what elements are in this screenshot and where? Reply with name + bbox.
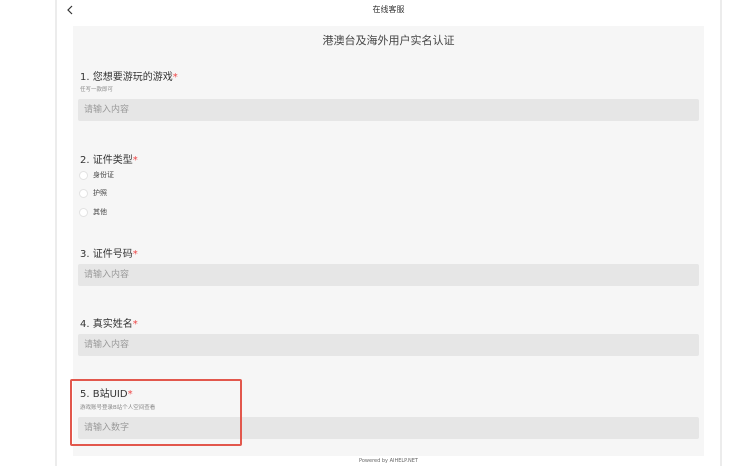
question-id-type-label: 2. 证件类型* — [80, 155, 138, 166]
panel-shadow-right — [720, 0, 722, 466]
real-name-input[interactable] — [78, 334, 699, 356]
question-game-label: 1. 您想要游玩的游戏* — [80, 72, 178, 83]
radio-circle[interactable] — [79, 188, 88, 198]
radio-circle[interactable] — [79, 207, 88, 217]
required-mark: * — [127, 389, 133, 400]
required-mark: * — [132, 155, 138, 166]
support-panel: 在线客服 港澳台及海外用户实名认证 1. 您想要游玩的游戏* 任写一款即可 2.… — [57, 0, 720, 466]
backdrop-right — [720, 0, 750, 466]
question-game-hint: 任写一款即可 — [80, 87, 114, 93]
question-uid-hint: 游戏账号登录B站个人空间查看 — [80, 405, 156, 411]
radio-circle[interactable] — [79, 170, 88, 180]
page-title: 在线客服 — [372, 5, 405, 14]
question-real-name-label: 4. 真实姓名* — [80, 319, 138, 330]
top-bar: 在线客服 — [57, 0, 720, 20]
radio-label: 其他 — [93, 208, 107, 216]
uid-input[interactable] — [78, 417, 699, 439]
question-uid-label: 5. B站UID* — [80, 389, 133, 400]
game-input[interactable] — [78, 99, 699, 121]
radio-other[interactable]: 其他 — [79, 206, 107, 218]
id-number-input[interactable] — [78, 264, 699, 286]
question-id-number-label: 3. 证件号码* — [80, 249, 138, 260]
required-mark: * — [132, 319, 138, 330]
radio-id-card[interactable]: 身份证 — [79, 169, 114, 181]
powered-by-footer: Powered by AIHELP.NET — [359, 458, 418, 464]
backdrop-left — [0, 0, 57, 466]
radio-label: 身份证 — [93, 171, 114, 179]
required-mark: * — [132, 249, 138, 260]
radio-label: 护照 — [93, 189, 107, 197]
required-mark: * — [172, 72, 178, 83]
radio-passport[interactable]: 护照 — [79, 187, 107, 199]
verification-form: 港澳台及海外用户实名认证 1. 您想要游玩的游戏* 任写一款即可 2. 证件类型… — [73, 26, 704, 456]
form-title: 港澳台及海外用户实名认证 — [322, 34, 455, 47]
